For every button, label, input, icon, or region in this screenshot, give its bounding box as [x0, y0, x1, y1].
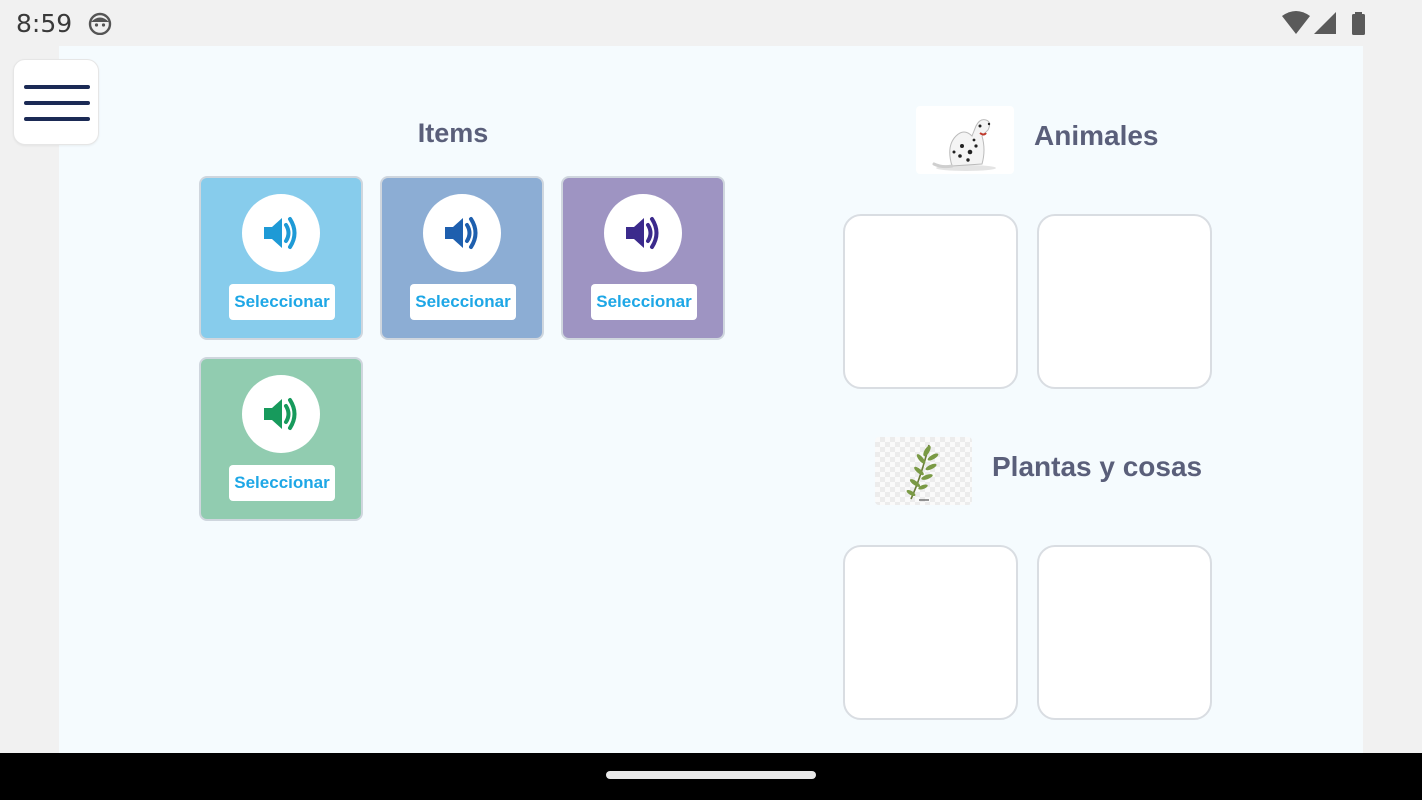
- speaker-icon: [264, 217, 297, 249]
- navigation-bar: [0, 753, 1422, 800]
- plant-sprig-image: [875, 437, 972, 505]
- speaker-icon: [264, 398, 297, 430]
- notification-face-icon: [88, 12, 112, 35]
- status-bar: 8:59: [0, 0, 1422, 46]
- home-gesture-handle[interactable]: [606, 771, 816, 779]
- signal-icon: [1314, 12, 1336, 34]
- drop-slot[interactable]: [1037, 545, 1212, 720]
- select-button[interactable]: Seleccionar: [591, 284, 697, 320]
- item-tile: Seleccionar: [199, 357, 363, 521]
- drop-slot[interactable]: [843, 214, 1018, 389]
- dalmatian-dog-image: [916, 106, 1014, 174]
- category-title-plantas: Plantas y cosas: [992, 451, 1203, 482]
- play-audio-button[interactable]: [242, 194, 320, 272]
- play-audio-button[interactable]: [423, 194, 501, 272]
- play-audio-button[interactable]: [242, 375, 320, 453]
- category-title-animales: Animales: [1034, 120, 1159, 151]
- select-button[interactable]: Seleccionar: [229, 284, 335, 320]
- status-time: 8:59: [16, 9, 73, 38]
- menu-button[interactable]: [13, 59, 99, 145]
- item-tile: Seleccionar: [380, 176, 544, 340]
- play-audio-button[interactable]: [604, 194, 682, 272]
- items-title: Items: [417, 118, 489, 148]
- wifi-icon: [1282, 11, 1310, 34]
- speaker-icon: [445, 217, 478, 249]
- speaker-icon: [626, 217, 659, 249]
- item-tile: Seleccionar: [561, 176, 725, 340]
- status-icons: [1282, 11, 1365, 35]
- select-button[interactable]: Seleccionar: [229, 465, 335, 501]
- battery-icon: [1352, 12, 1365, 35]
- drop-slot[interactable]: [1037, 214, 1212, 389]
- drop-slot[interactable]: [843, 545, 1018, 720]
- item-tile: Seleccionar: [199, 176, 363, 340]
- select-button[interactable]: Seleccionar: [410, 284, 516, 320]
